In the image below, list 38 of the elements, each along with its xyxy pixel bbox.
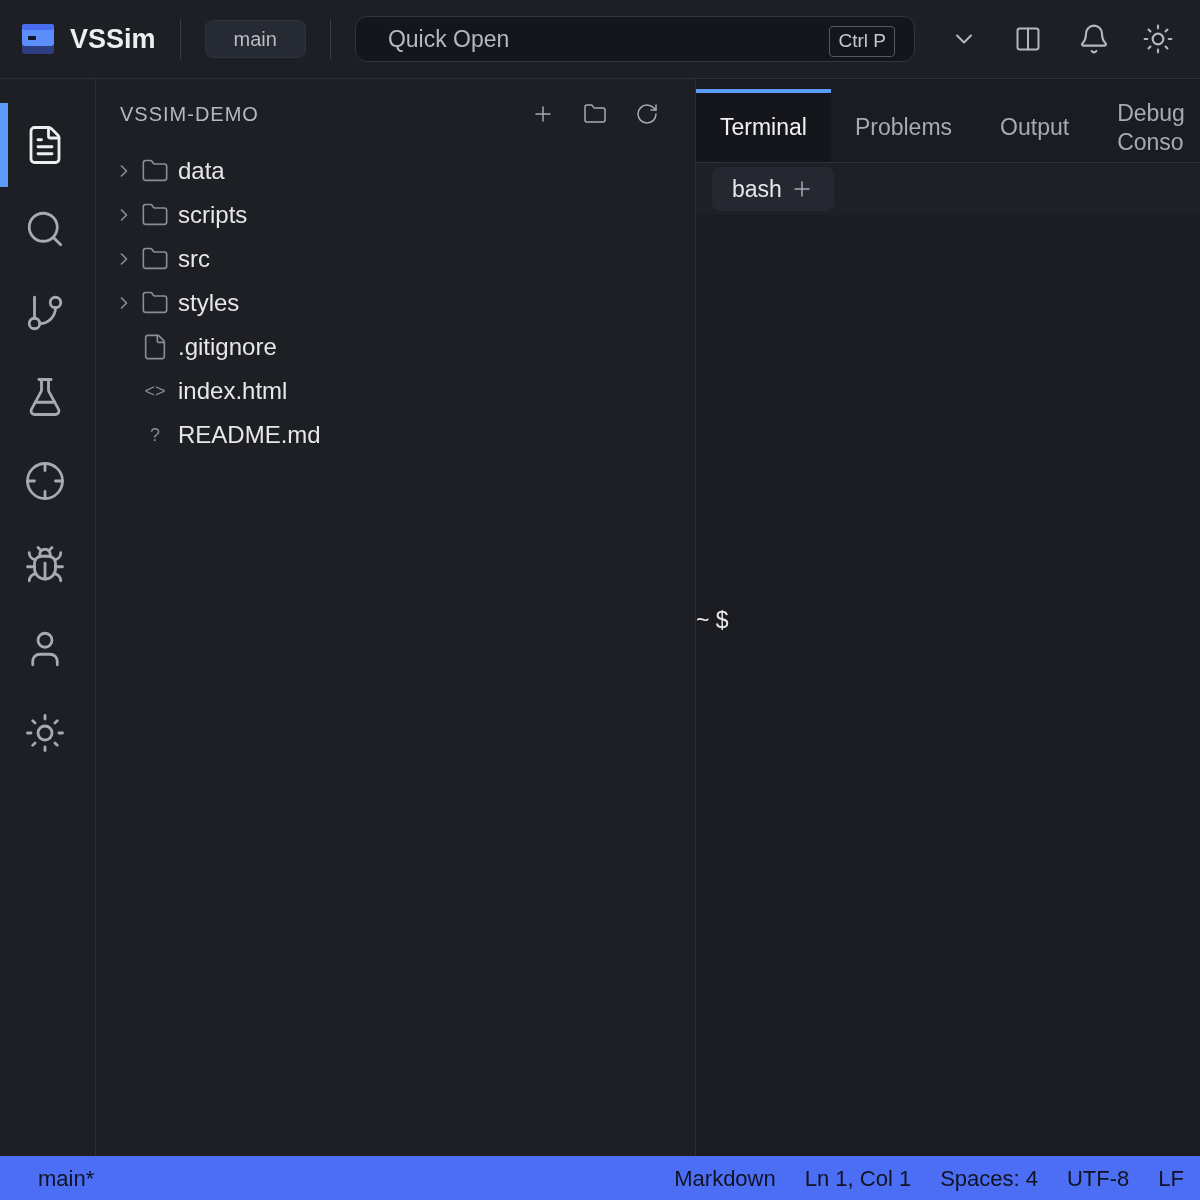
status-item[interactable]: UTF-8 <box>1067 1161 1130 1195</box>
tree-item[interactable]: src <box>96 237 695 281</box>
sun-icon <box>24 712 66 754</box>
status-item[interactable]: Spaces: 4 <box>940 1161 1038 1195</box>
explorer-title: VSSIM-DEMO <box>120 102 260 127</box>
status-item[interactable]: LF <box>1158 1161 1184 1195</box>
panel-tab[interactable]: Debug Conso <box>1093 89 1194 162</box>
status-branch[interactable]: main* <box>38 1161 646 1195</box>
status-item[interactable]: Markdown <box>674 1161 776 1195</box>
crosshair-icon <box>24 460 66 502</box>
refresh-icon[interactable] <box>635 102 659 126</box>
sun-icon[interactable] <box>1141 23 1174 55</box>
tree-item[interactable]: <> index.html <box>96 369 695 413</box>
panel-tab[interactable]: Output <box>976 89 1094 162</box>
tree-item-label: src <box>178 244 210 274</box>
tree-item[interactable]: scripts <box>96 193 695 237</box>
file-type-glyph: ? <box>150 423 160 447</box>
folder-icon[interactable] <box>583 102 607 126</box>
app-logo-icon <box>22 24 54 54</box>
tree-item[interactable]: data <box>96 149 695 193</box>
status-item[interactable]: Ln 1, Col 1 <box>804 1161 912 1195</box>
tree-item-label: scripts <box>178 200 248 230</box>
shortcut-hint: Ctrl P <box>829 26 895 57</box>
shell-session-tab[interactable]: bash <box>712 167 834 211</box>
tree-item[interactable]: .gitignore <box>96 325 695 369</box>
tree-item[interactable]: ? README.md <box>96 413 695 457</box>
app-name: VSSim <box>70 22 156 56</box>
tree-item[interactable]: styles <box>96 281 695 325</box>
tree-item-label: data <box>178 156 225 186</box>
file-type-glyph: <> <box>144 379 166 403</box>
tree-item-label: index.html <box>178 376 288 406</box>
branch-button[interactable]: main <box>204 20 306 58</box>
tree-item-label: .gitignore <box>178 332 277 362</box>
tree-item-label: styles <box>178 288 240 318</box>
tree-item-label: README.md <box>178 420 321 450</box>
panel-tab[interactable]: Problems <box>830 89 977 162</box>
terminal-prompt: ~ $ <box>696 606 729 636</box>
panel-tab[interactable]: Terminal <box>696 89 831 162</box>
